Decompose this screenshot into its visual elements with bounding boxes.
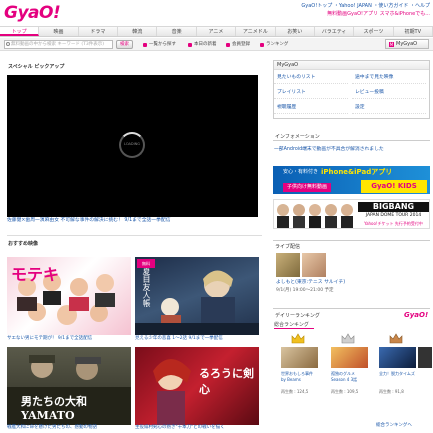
kids-app-banner[interactable]: 安心・有料付き iPhone&iPadアプリ 子供向け無料動画 GyaO! KI… — [273, 166, 430, 194]
bigbang-members-art — [277, 204, 353, 228]
thumbnail-kenshin[interactable]: るろうに剣心 — [135, 347, 259, 425]
tab-top[interactable]: トップ — [0, 27, 40, 36]
loading-label: LOADING — [124, 142, 140, 146]
search-input[interactable]: 無料動画の中から検索 キーワード (T3件表示) — [4, 40, 113, 49]
natsume-art — [135, 270, 259, 335]
header: GyaO! GyaO!トップ ・Yahoo! JAPAN ・使い方ガイド ・ヘル… — [0, 0, 433, 26]
tab-early-tv[interactable]: 初期TV — [394, 27, 433, 36]
header-links-line1[interactable]: GyaO!トップ ・Yahoo! JAPAN ・使い方ガイド ・ヘルプ — [282, 2, 430, 10]
tab-drama[interactable]: ドラマ — [79, 27, 119, 36]
thumb-caption-kenshin[interactable]: 主役緋村剣心の熱き"十本刀"との戦いを描く — [135, 425, 259, 431]
ranking-title: デイリーランキング — [275, 313, 320, 319]
ranking-thumb-1 — [281, 347, 318, 368]
mygyao-box-title: MyGyaO — [274, 61, 429, 70]
tab-anime[interactable]: アニメ — [197, 27, 237, 36]
live-caption[interactable]: よしもと(東京:テニス サルイチ) — [276, 278, 430, 285]
playlist-link[interactable]: プレイリスト — [274, 87, 348, 99]
ranking-count-1: 再生数 : 124,5 — [281, 389, 309, 394]
category-nav: トップ 映画 ドラマ 韓流 音楽 アニメ アニメドル お笑い バラエティ スポー… — [0, 26, 433, 37]
wishlist-link[interactable]: 見たいものリスト — [274, 72, 348, 84]
video-player[interactable]: LOADING — [7, 75, 258, 217]
ranking-divider — [273, 308, 430, 309]
tab-music[interactable]: 音楽 — [157, 27, 197, 36]
bigbang-title: BIGBANG — [358, 202, 429, 212]
register-link[interactable]: 会員登録 — [226, 41, 250, 49]
live-date: 9/1(月) 19:00〜21:00 予定 — [276, 288, 334, 293]
crown-bronze-icon — [389, 333, 403, 344]
kids-banner-line2: iPhone&iPadアプリ — [321, 168, 393, 176]
info-text[interactable]: 一部Android端末で動画が不具合が解消されました — [274, 145, 430, 152]
tab-animedol[interactable]: アニメドル — [236, 27, 276, 36]
ranking-thumb-4 — [418, 347, 432, 368]
crown-silver-icon — [341, 333, 355, 344]
live-title: ライブ配信 — [275, 244, 301, 250]
free-badge-natsume: 無料 — [137, 259, 155, 268]
bigbang-banner[interactable]: BIGBANG JAPAN DOME TOUR 2014 Yahoo!チケット … — [273, 199, 430, 229]
thumbnail-moteki[interactable]: モテキ — [7, 257, 131, 335]
thumb-caption-yamato[interactable]: 戦艦大和に命を懸けた男たちの、感動の物語 — [7, 425, 131, 431]
thumb-title-yamato: 男たちの大和 YAMATO — [21, 395, 87, 422]
thumbnail-natsume[interactable]: 夏目友人帳 無料 — [135, 257, 259, 335]
ranking-thumb-3 — [379, 347, 416, 368]
ranking-item-4[interactable] — [418, 333, 432, 411]
search-bar: 無料動画の中から検索 キーワード (T3件表示) 検索 一覧から探す 本日の新着… — [0, 38, 433, 51]
header-links[interactable]: GyaO!トップ ・Yahoo! JAPAN ・使い方ガイド ・ヘルプ 無料動画… — [282, 2, 430, 18]
kids-banner-line1: 安心・有料付き — [283, 169, 319, 175]
settings-link[interactable]: 設定 — [352, 102, 426, 114]
ranking-link[interactable]: ランキング — [260, 41, 288, 49]
player-caption[interactable]: 佐藤健×歯周一演麻由女 不可解な事件の解決に挑む！ 9/1まで全話一挙配信 — [7, 218, 258, 224]
ranking-thumb-2 — [331, 347, 368, 368]
tab-sports[interactable]: スポーツ — [354, 27, 394, 36]
tab-movie[interactable]: 映画 — [39, 27, 79, 36]
gyao-logo[interactable]: GyaO! — [4, 3, 61, 23]
ranking-item-1[interactable]: 世界おもしろ事件 by Beams 再生数 : 124,5 — [281, 333, 318, 411]
tab-comedy[interactable]: お笑い — [276, 27, 315, 36]
history-link[interactable]: 視聴履歴 — [274, 102, 348, 114]
resume-link[interactable]: 途中まで見た映像 — [352, 72, 426, 84]
ranking-logo: GyaO! — [404, 311, 429, 319]
ranking-count-3: 再生数 : 91,8 — [379, 389, 404, 394]
ranking-text-3: 全力！脱力タイムズ — [379, 371, 415, 376]
tab-variety[interactable]: バラエティ — [315, 27, 355, 36]
review-link[interactable]: レビュー投稿 — [352, 87, 426, 99]
bigbang-foot: Yahoo!チケット 先行予約受付中 — [364, 221, 423, 226]
ranking-text-2: 孤独のグルメ Season 4 3話 — [331, 371, 358, 382]
ranking-item-2[interactable]: 孤独のグルメ Season 4 3話 再生数 : 109,5 — [331, 333, 368, 411]
thumb-caption-natsume[interactable]: 見える少年の悲喜 1〜2話 9/1まで一挙配信 — [135, 336, 259, 342]
new-arrivals-link[interactable]: 本日の新着 — [188, 41, 217, 49]
ranking-item-3[interactable]: 全力！脱力タイムズ 再生数 : 91,8 — [379, 333, 416, 411]
info-divider — [273, 140, 430, 141]
mygyao-button-label: MyGyaO — [396, 41, 418, 47]
thumb-title-moteki: モテキ — [11, 265, 60, 284]
mygyao-box: MyGyaO 見たいものリスト 途中まで見た映像 プレイリスト レビュー投稿 視… — [273, 60, 430, 119]
section-divider — [7, 235, 262, 236]
header-links-line2[interactable]: 無料動画GyaO!アプリ スマホ&iPhoneでも... — [282, 10, 430, 18]
thumbnail-yamato[interactable]: 男たちの大和 YAMATO — [7, 347, 131, 425]
kids-banner-brand: GyaO! KIDS — [361, 180, 427, 193]
info-title: インフォメーション — [275, 134, 320, 140]
bigbang-sub: JAPAN DOME TOUR 2014 — [365, 213, 422, 218]
thumb-title-kenshin: るろうに剣心 — [199, 367, 254, 396]
tab-overall-ranking[interactable]: 総合ランキング — [274, 321, 314, 329]
thumb-title-natsume: 夏目友人帳 — [142, 267, 151, 307]
live-divider — [273, 240, 430, 241]
mygyao-icon: M — [389, 42, 394, 47]
live-thumb-1[interactable] — [276, 253, 300, 277]
crown-gold-icon — [291, 333, 305, 344]
ranking-text-1: 世界おもしろ事件 by Beams — [281, 371, 313, 382]
mygyao-button[interactable]: M MyGyaO — [385, 39, 429, 49]
browse-list-link[interactable]: 一覧から探す — [143, 41, 176, 49]
thumb-caption-moteki[interactable]: サエない男にモテ期が！ 9/1まで全話配信 — [7, 336, 131, 342]
search-button[interactable]: 検索 — [116, 40, 133, 49]
recommend-title: おすすめ映像 — [8, 241, 39, 247]
loading-spinner-icon: LOADING — [119, 132, 145, 158]
ranking-more-link[interactable]: 総合ランキングへ — [376, 422, 412, 428]
ranking-count-2: 再生数 : 109,5 — [331, 389, 359, 394]
kids-banner-line3: 子供向け無料動画 — [283, 183, 331, 192]
special-pickup-title: スペシャル ピックアップ — [8, 64, 65, 70]
search-icon — [6, 42, 10, 46]
tab-korea[interactable]: 韓流 — [118, 27, 158, 36]
live-thumb-2[interactable] — [302, 253, 326, 277]
